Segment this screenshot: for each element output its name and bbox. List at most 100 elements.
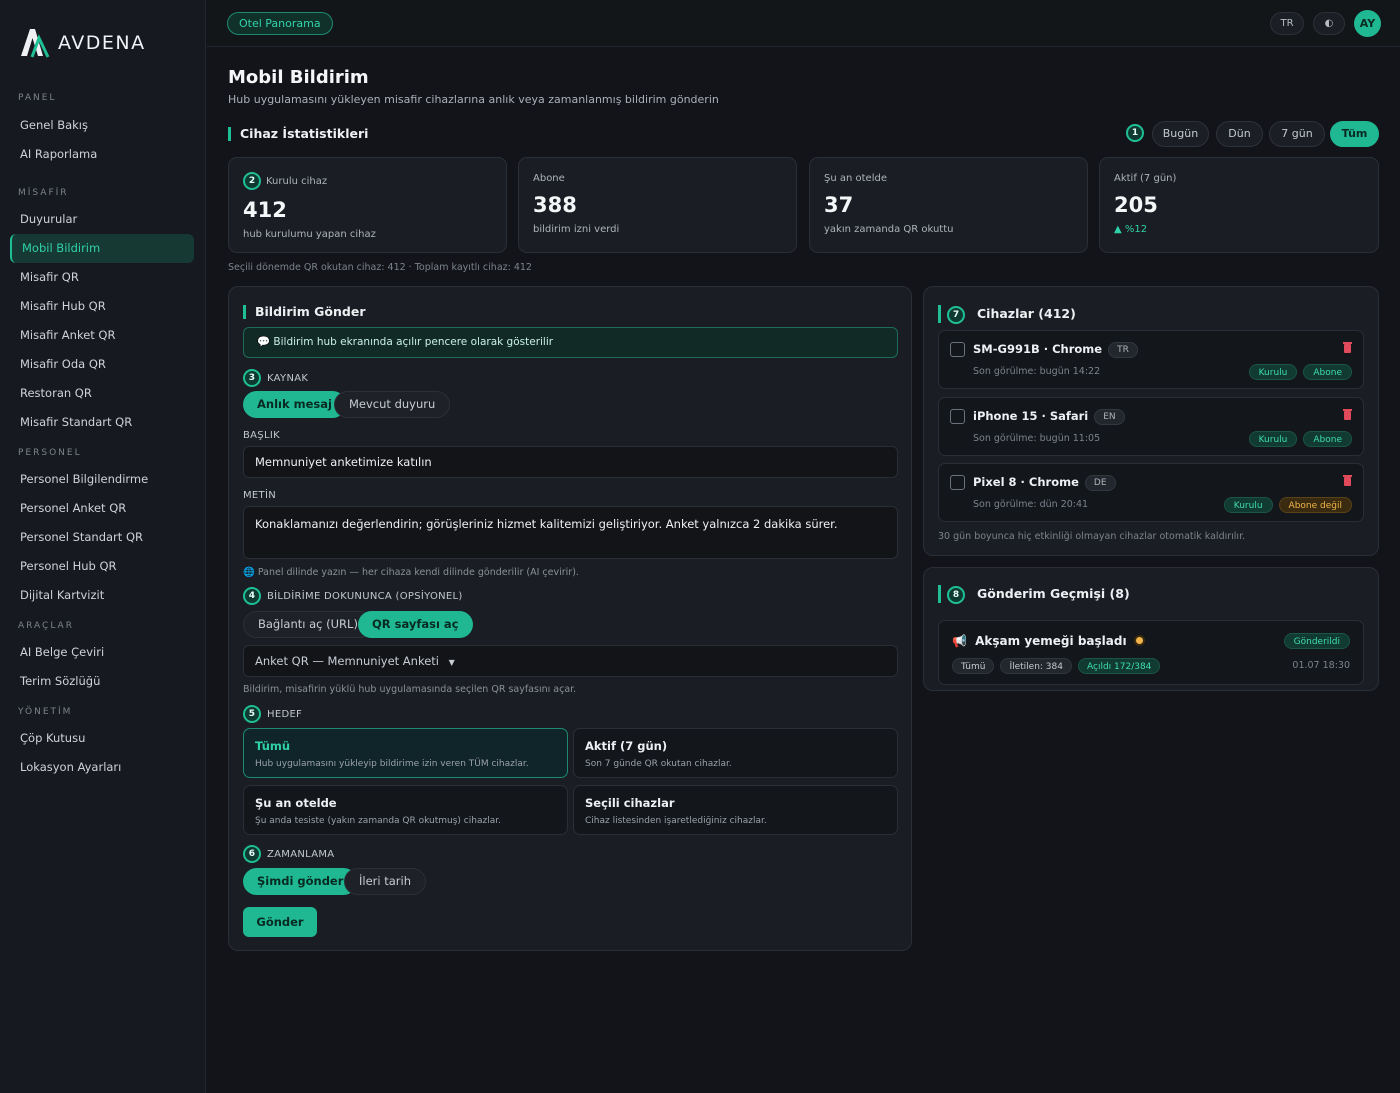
- status-badge: Kurulu: [1248, 364, 1298, 380]
- history-item[interactable]: 📢 Akşam yemeği başladı Gönderildi Tümü İ…: [938, 620, 1364, 685]
- delete-icon[interactable]: [1343, 409, 1352, 420]
- sidebar-item-ai-raporlama[interactable]: AI Raporlama: [0, 140, 184, 169]
- devices-card: 7 Cihazlar (412) SM-G991B · Chrome TR Son …: [923, 286, 1379, 556]
- hotel-selector[interactable]: Otel Panorama: [227, 12, 333, 35]
- target-desc: Hub uygulamasını yükleyip bildirime izin…: [255, 759, 529, 769]
- target-desc: Şu anda tesiste (yakın zamanda QR okutmu…: [255, 816, 501, 826]
- qr-help: Bildirim, misafirin yüklü hub uygulaması…: [243, 684, 577, 695]
- theme-toggle-icon[interactable]: ◐: [1313, 12, 1345, 35]
- target-title: Şu an otelde: [255, 796, 337, 810]
- device-lang-badge: DE: [1084, 475, 1116, 491]
- stat-card-in-hotel: Şu an otelde 37 yakın zamanda QR okuttu: [809, 157, 1088, 253]
- language-toggle[interactable]: TR: [1270, 12, 1304, 35]
- status-badge: Abone: [1303, 364, 1352, 380]
- stat-sub: yakın zamanda QR okuttu: [824, 224, 954, 235]
- step-2-badge: 2: [243, 172, 261, 190]
- target-title: Seçili cihazlar: [585, 796, 675, 810]
- device-row[interactable]: iPhone 15 · Safari EN Son görülme: bugün …: [938, 397, 1364, 456]
- body-textarea[interactable]: Konaklamanızı değerlendirin; görüşlerini…: [243, 506, 898, 559]
- target-in-hotel-option[interactable]: Şu an otelde Şu anda tesiste (yakın zama…: [243, 785, 568, 835]
- page-title: Mobil Bildirim: [228, 67, 369, 88]
- device-checkbox[interactable]: [950, 342, 965, 357]
- sent-status-badge: Gönderildi: [1283, 633, 1350, 649]
- target-label: 5 HEDEF: [243, 705, 302, 723]
- tap-open-qr-button[interactable]: QR sayfası aç: [358, 611, 473, 638]
- sidebar: AVDENA PANEL Genel Bakış AI Raporlama Mİ…: [0, 0, 206, 1093]
- schedule-now-button[interactable]: Şimdi gönder: [243, 868, 358, 895]
- nav-section-araclar: ARAÇLAR: [18, 621, 74, 631]
- title-input[interactable]: Memnuniyet anketimize katılın: [243, 446, 898, 478]
- stat-card-active: Aktif (7 gün) 205 ▲ %12: [1099, 157, 1379, 253]
- step-6-badge: 6: [243, 845, 261, 863]
- history-chips: Tümü İletilen: 384 Açıldı 172/384: [952, 658, 1161, 674]
- sidebar-item-dijital-kartvizit[interactable]: Dijital Kartvizit: [0, 581, 184, 610]
- stat-sub: bildirim izni verdi: [533, 224, 620, 235]
- delete-icon[interactable]: [1343, 342, 1352, 353]
- sidebar-item-misafir-anket-qr[interactable]: Misafir Anket QR: [0, 321, 184, 350]
- qr-page-select[interactable]: Anket QR — Memnuniyet Anketi ▼: [243, 645, 898, 677]
- sidebar-item-lokasyon-ayarlari[interactable]: Lokasyon Ayarları: [0, 753, 184, 782]
- device-checkbox[interactable]: [950, 409, 965, 424]
- send-notification-card: Bildirim Gönder 💬 Bildirim hub ekranında…: [228, 286, 912, 951]
- device-row[interactable]: SM-G991B · Chrome TR Son görülme: bugün 1…: [938, 330, 1364, 389]
- sidebar-item-terim-sozlugu[interactable]: Terim Sözlüğü: [0, 667, 184, 696]
- sidebar-item-personel-hub-qr[interactable]: Personel Hub QR: [0, 552, 184, 581]
- sidebar-item-personel-bilgilendirme[interactable]: Personel Bilgilendirme: [0, 465, 184, 494]
- target-selected-option[interactable]: Seçili cihazlar Cihaz listesinden işaret…: [573, 785, 898, 835]
- chevron-down-icon: ▼: [448, 658, 455, 667]
- stat-value: 205: [1114, 193, 1158, 217]
- schedule-later-button[interactable]: İleri tarih: [344, 868, 427, 895]
- qr-select-value: Anket QR — Memnuniyet Anketi: [255, 654, 439, 668]
- range-7-gun-button[interactable]: 7 gün: [1269, 121, 1325, 147]
- sidebar-item-ai-belge-ceviri[interactable]: AI Belge Çeviri: [0, 638, 184, 667]
- target-all-option[interactable]: Tümü Hub uygulamasını yükleyip bildirime…: [243, 728, 568, 778]
- device-checkbox[interactable]: [950, 475, 965, 490]
- source-label: 3 KAYNAK: [243, 369, 308, 387]
- stat-value: 37: [824, 193, 854, 217]
- source-existing-button[interactable]: Mevcut duyuru: [334, 391, 451, 418]
- stat-label: Şu an otelde: [824, 173, 887, 184]
- nav-section-yonetim: YÖNETİM: [18, 707, 73, 717]
- nav-section-personel: PERSONEL: [18, 448, 82, 458]
- avatar[interactable]: AY: [1354, 10, 1381, 37]
- stat-trend: ▲ %12: [1114, 224, 1148, 235]
- tap-open-url-button[interactable]: Bağlantı aç (URL): [243, 611, 373, 638]
- sidebar-item-restoran-qr[interactable]: Restoran QR: [0, 379, 184, 408]
- sidebar-item-mobil-bildirim[interactable]: Mobil Bildirim: [10, 234, 194, 263]
- step-7-badge: 7: [947, 305, 965, 324]
- step-8-badge: 8: [947, 585, 965, 604]
- brand[interactable]: AVDENA: [0, 0, 205, 70]
- device-name: SM-G991B · Chrome TR: [973, 342, 1138, 358]
- stats-section-title: Cihaz İstatistikleri: [228, 127, 368, 141]
- target-desc: Cihaz listesinden işaretlediğiniz cihazl…: [585, 816, 767, 826]
- step-4-badge: 4: [243, 587, 261, 605]
- source-instant-button[interactable]: Anlık mesaj: [243, 391, 346, 418]
- range-bugun-button[interactable]: Bugün: [1152, 121, 1209, 147]
- sidebar-item-misafir-hub-qr[interactable]: Misafir Hub QR: [0, 292, 184, 321]
- delete-icon[interactable]: [1343, 475, 1352, 486]
- device-name: Pixel 8 · Chrome DE: [973, 475, 1116, 491]
- sidebar-item-personel-standart-qr[interactable]: Personel Standart QR: [0, 523, 184, 552]
- status-badge: Kurulu: [1223, 497, 1273, 513]
- range-tum-button[interactable]: Tüm: [1330, 121, 1379, 147]
- send-button[interactable]: Gönder: [243, 907, 317, 937]
- brand-name: AVDENA: [58, 32, 146, 54]
- send-section-title: Bildirim Gönder: [243, 305, 366, 319]
- sidebar-item-cop-kutusu[interactable]: Çöp Kutusu: [0, 724, 184, 753]
- range-dun-button[interactable]: Dün: [1216, 121, 1263, 147]
- sidebar-item-genel-bakis[interactable]: Genel Bakış: [0, 111, 184, 140]
- device-row[interactable]: Pixel 8 · Chrome DE Son görülme: dün 20:4…: [938, 463, 1364, 522]
- sidebar-item-misafir-oda-qr[interactable]: Misafir Oda QR: [0, 350, 184, 379]
- stat-sub: hub kurulumu yapan cihaz: [243, 229, 376, 240]
- status-badge: Abone: [1303, 431, 1352, 447]
- target-active-option[interactable]: Aktif (7 gün) Son 7 günde QR okutan ciha…: [573, 728, 898, 778]
- device-name: iPhone 15 · Safari EN: [973, 409, 1125, 425]
- step-1-badge: 1: [1126, 124, 1144, 142]
- sidebar-item-misafir-qr[interactable]: Misafir QR: [0, 263, 184, 292]
- sidebar-item-misafir-standart-qr[interactable]: Misafir Standart QR: [0, 408, 184, 437]
- sidebar-item-personel-anket-qr[interactable]: Personel Anket QR: [0, 494, 184, 523]
- avdena-logo-icon: [18, 26, 52, 60]
- sidebar-item-duyurular[interactable]: Duyurular: [0, 205, 184, 234]
- stat-label: Abone: [533, 173, 565, 184]
- device-last-seen: Son görülme: bugün 11:05: [973, 433, 1101, 444]
